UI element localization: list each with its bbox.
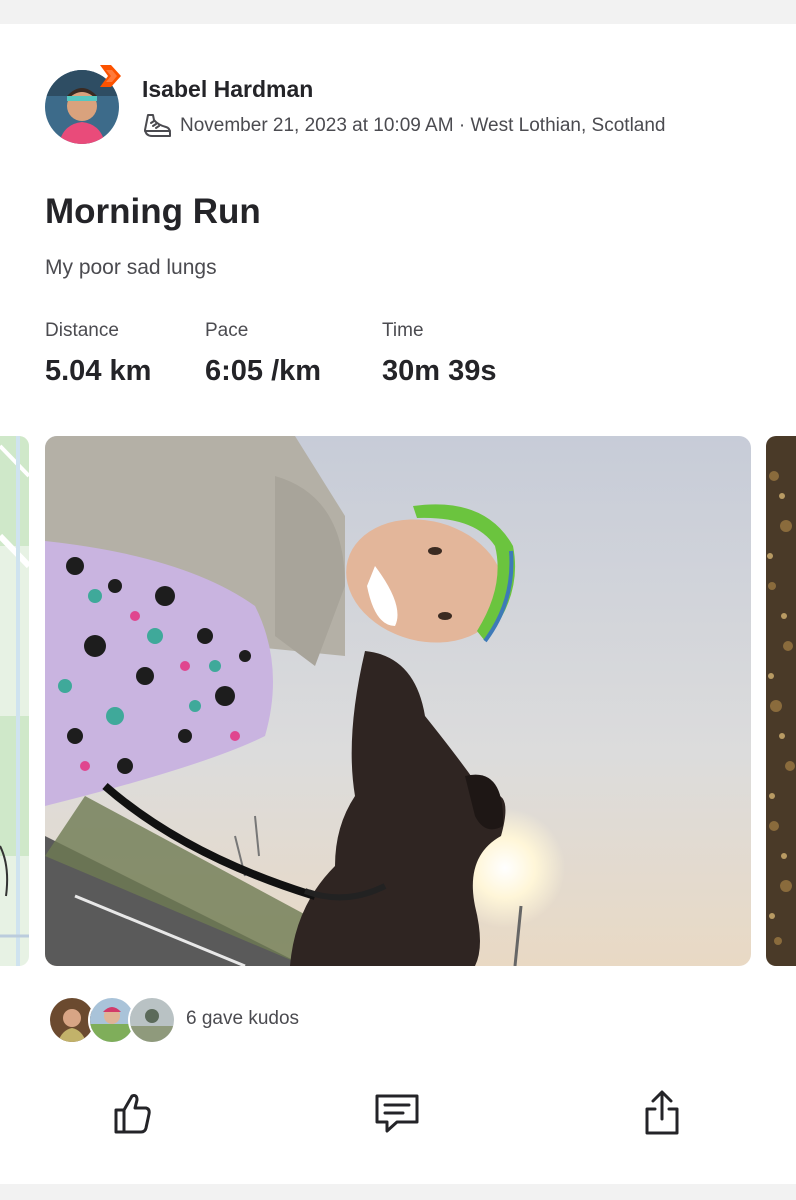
shoe-icon	[142, 112, 172, 140]
share-icon	[640, 1089, 684, 1142]
kudos-count[interactable]: 6 gave kudos	[186, 1008, 299, 1030]
stat-value: 6:05 /km	[205, 355, 322, 387]
activity-title[interactable]: Morning Run	[45, 192, 261, 232]
share-button[interactable]	[638, 1090, 686, 1140]
kudos-button[interactable]	[108, 1090, 156, 1140]
stat-value: 5.04 km	[45, 355, 152, 387]
stat-label: Time	[382, 320, 424, 341]
meta-separator: ·	[453, 115, 471, 136]
stat-pace: Pace 6:05 /km	[205, 320, 321, 388]
selfie-photo[interactable]	[45, 436, 751, 966]
activity-datetime: November 21, 2023 at 10:09 AM	[180, 115, 454, 136]
activity-meta: November 21, 2023 at 10:09 AM · West Lot…	[142, 112, 666, 140]
activity-description: My poor sad lungs	[45, 256, 217, 279]
subscriber-badge-icon	[97, 64, 123, 90]
kudos-avatars[interactable]	[48, 996, 176, 1044]
stat-time: Time 30m 39s	[382, 320, 497, 388]
athlete-name[interactable]: Isabel Hardman	[142, 76, 313, 103]
stat-value: 30m 39s	[382, 355, 497, 387]
stat-distance: Distance 5.04 km	[45, 320, 151, 388]
stat-label: Distance	[45, 320, 119, 341]
map-thumbnail[interactable]	[0, 436, 29, 966]
kudos-avatar	[128, 996, 176, 1044]
thumbs-up-icon	[110, 1090, 154, 1141]
activity-location: West Lothian, Scotland	[470, 115, 666, 136]
comment-icon	[373, 1091, 421, 1140]
comment-button[interactable]	[373, 1090, 421, 1140]
leaves-photo[interactable]	[766, 436, 796, 966]
stat-label: Pace	[205, 320, 249, 341]
